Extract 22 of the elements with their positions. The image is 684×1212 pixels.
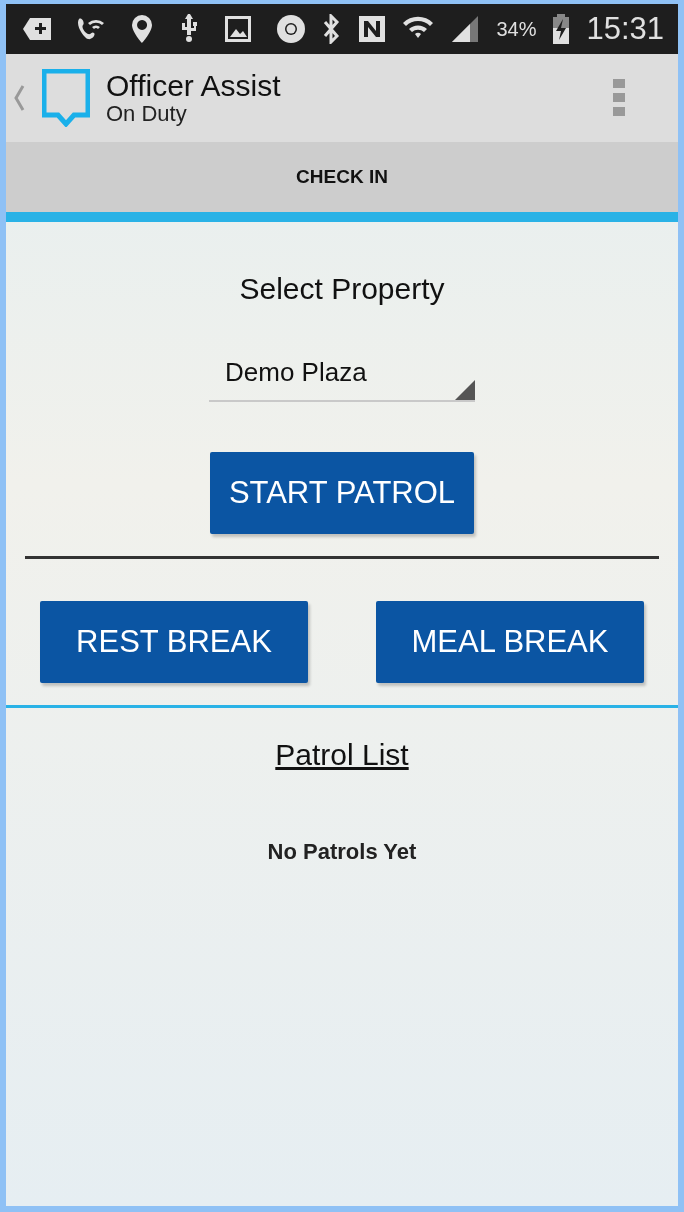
start-patrol-button[interactable]: START PATROL (210, 452, 474, 534)
speech-bubble-icon (42, 69, 90, 127)
back-chevron-icon (12, 83, 26, 113)
battery-percentage: 34% (496, 17, 537, 42)
clock: 15:31 (586, 9, 664, 48)
empty-list-message: No Patrols Yet (267, 838, 417, 866)
app-title: Officer Assist (106, 69, 281, 103)
notification-icon (22, 16, 52, 42)
location-pin-icon (130, 14, 154, 44)
section-heading: Select Property (239, 271, 445, 307)
property-dropdown[interactable]: Demo Plaza (209, 353, 475, 402)
app-subtitle: On Duty (106, 102, 188, 127)
meal-break-button[interactable]: MEAL BREAK (376, 601, 644, 683)
image-icon (224, 15, 252, 43)
signal-icon (450, 15, 481, 43)
overflow-menu-icon[interactable] (612, 79, 626, 117)
rest-break-button[interactable]: REST BREAK (40, 601, 308, 683)
battery-charging-icon (552, 14, 571, 44)
nfc-icon (358, 15, 387, 43)
tab[interactable]: CHECK IN (6, 142, 678, 222)
list-heading: Patrol List (275, 737, 409, 773)
dropdown-corner-icon (455, 380, 475, 400)
